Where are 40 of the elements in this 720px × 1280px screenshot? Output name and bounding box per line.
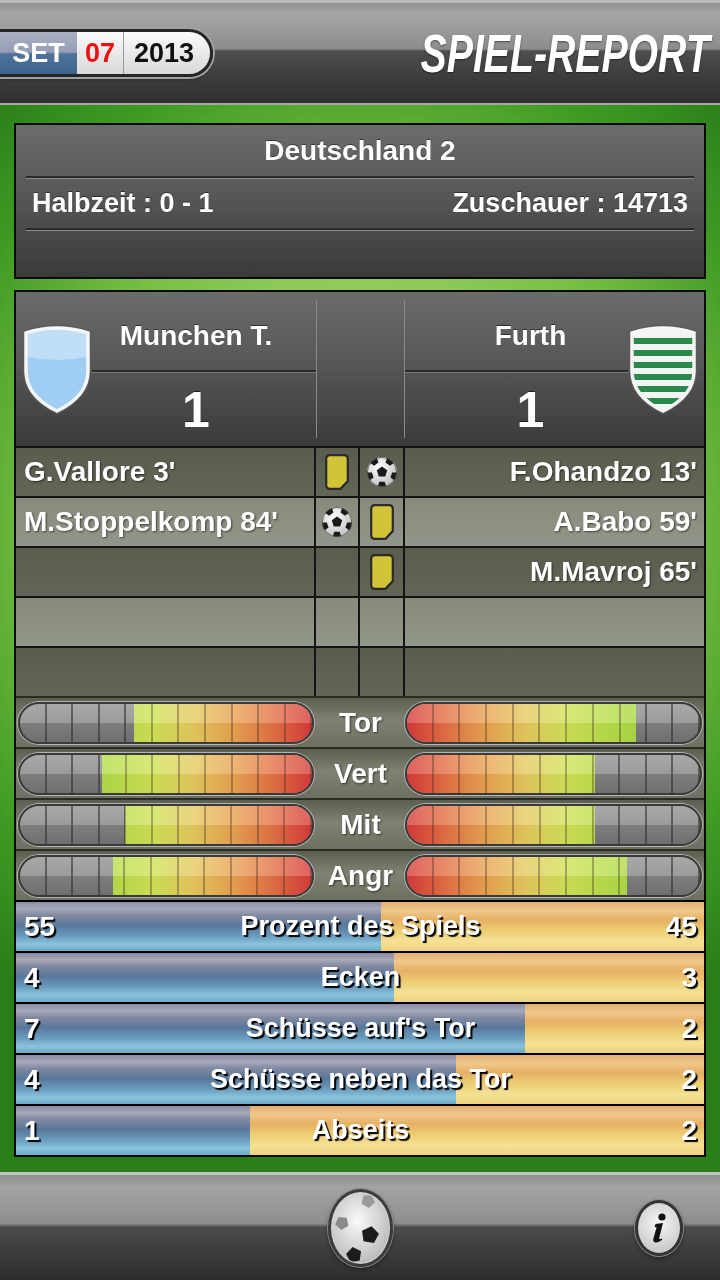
home-stat-value: 7 xyxy=(24,1012,40,1045)
card-icon xyxy=(369,554,394,590)
away-stat-value: 45 xyxy=(665,910,697,943)
home-stat-value: 4 xyxy=(24,1063,40,1096)
attendance-count: Zuschauer : 14713 xyxy=(452,188,688,219)
home-stat-value: 55 xyxy=(24,910,56,943)
soccer-ball-icon xyxy=(331,1192,389,1263)
player-event-text: G.Vallore 3' xyxy=(24,456,176,488)
player-event-text: M.Stoppelkomp 84' xyxy=(24,506,279,538)
stat-label: Schüsse auf's Tor xyxy=(245,1013,476,1044)
soccer-ball-icon xyxy=(365,456,398,488)
month-label: SET xyxy=(0,32,77,74)
info-icon xyxy=(651,1212,667,1243)
rating-label: Mit xyxy=(340,808,381,841)
card-icon xyxy=(325,454,349,490)
day-label: 07 xyxy=(77,32,124,74)
team-name: Furth xyxy=(494,320,567,352)
player-event-text: A.Babo 59' xyxy=(553,506,697,538)
home-stat-value: 4 xyxy=(24,961,40,994)
card-icon xyxy=(369,504,394,540)
away-stat-value: 3 xyxy=(681,961,697,994)
away-stat-value: 2 xyxy=(681,1063,697,1096)
league-name: Deutschland 2 xyxy=(264,134,456,167)
info-button[interactable] xyxy=(635,1199,683,1256)
player-event-text: M.Mavroj 65' xyxy=(530,556,697,588)
team-score: 1 xyxy=(182,384,210,435)
home-stat-value: 1 xyxy=(24,1114,40,1147)
away-stat-value: 2 xyxy=(681,1114,697,1147)
halftime-score: Halbzeit : 0 - 1 xyxy=(32,188,214,219)
team-score: 1 xyxy=(516,384,545,435)
stat-label: Abseits xyxy=(311,1115,410,1146)
away-stat-value: 2 xyxy=(681,1012,697,1045)
rating-label: Vert xyxy=(334,757,387,790)
soccer-ball-button[interactable] xyxy=(327,1188,393,1267)
rating-label: Tor xyxy=(339,706,382,739)
rating-label: Angr xyxy=(327,859,394,892)
team-name: Munchen T. xyxy=(119,320,273,352)
year-label: 2013 xyxy=(124,32,210,74)
soccer-ball-icon xyxy=(321,506,353,538)
player-event-text: F.Ohandzo 13' xyxy=(509,456,697,488)
